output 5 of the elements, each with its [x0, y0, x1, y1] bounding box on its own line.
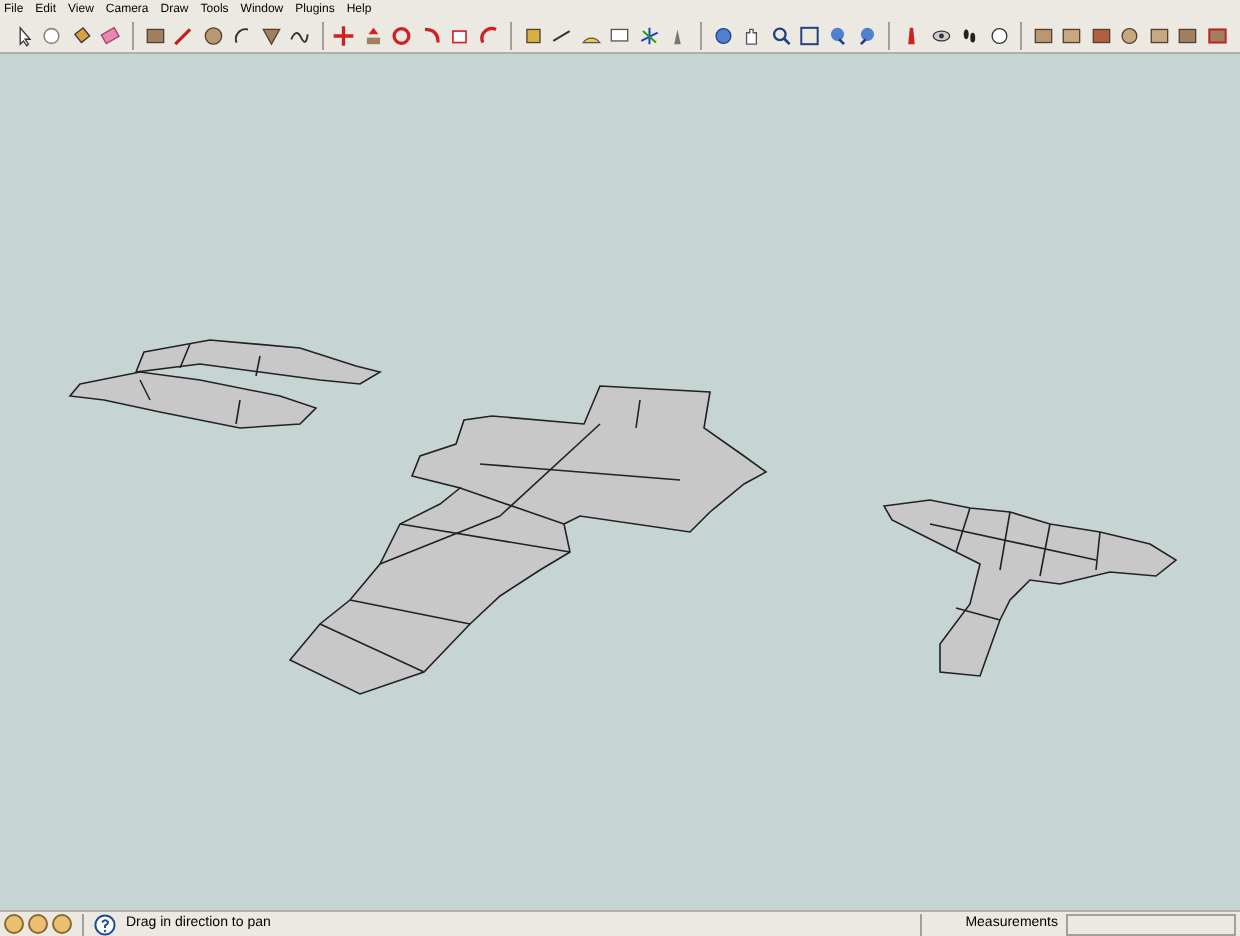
- rotate-icon[interactable]: [390, 21, 414, 49]
- circle-icon[interactable]: [201, 21, 225, 49]
- help-icon[interactable]: [94, 913, 116, 935]
- move-icon[interactable]: [332, 21, 356, 49]
- measurements-field[interactable]: [1066, 913, 1236, 935]
